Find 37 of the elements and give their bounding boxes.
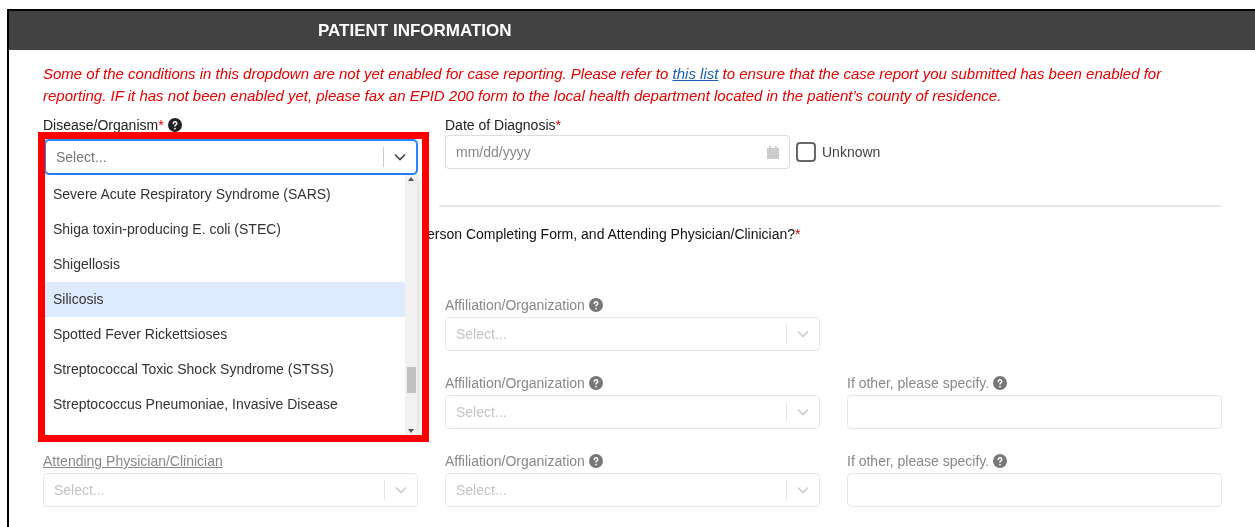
field-label: If other, please specify.	[847, 451, 1222, 471]
help-icon	[588, 298, 603, 312]
notice-link[interactable]: this list	[672, 65, 719, 82]
field-label: Affiliation/Organization	[445, 451, 820, 471]
field-label: Disease/Organism*	[43, 115, 418, 135]
select-placeholder: Select...	[455, 324, 508, 344]
unknown-checkbox[interactable]	[796, 142, 816, 162]
scrollbar[interactable]	[405, 175, 417, 435]
checkbox-label: Unknown	[822, 142, 881, 162]
date-placeholder: mm/dd/yyyy	[456, 142, 532, 162]
caret-icon	[797, 408, 809, 416]
help-icon	[167, 118, 182, 132]
date-field[interactable]: mm/dd/yyyy	[445, 135, 790, 169]
calendar-icon	[767, 145, 779, 159]
section-title: PATIENT INFORMATION	[318, 19, 512, 42]
field-label: Affiliation/Organization	[445, 373, 820, 393]
field-label: Affiliation/Organization	[445, 295, 820, 315]
field-label: If other, please specify.	[847, 373, 1222, 393]
select-placeholder: Select...	[455, 480, 508, 500]
help-icon	[993, 454, 1008, 468]
select-placeholder: Select...	[53, 480, 106, 500]
caret-icon	[797, 330, 809, 338]
scrollbar-thumb[interactable]	[406, 367, 416, 393]
help-icon	[588, 376, 603, 390]
select-field[interactable]: Select...	[45, 140, 417, 174]
field-label: Date of Diagnosis*	[445, 116, 562, 135]
scroll-up-icon[interactable]	[408, 177, 414, 181]
help-icon	[588, 454, 603, 468]
scroll-down-icon[interactable]	[408, 429, 414, 433]
caret-icon	[797, 486, 809, 494]
select-placeholder: Select...	[455, 402, 508, 422]
caret-icon	[394, 153, 406, 161]
select-placeholder: Select...	[55, 147, 108, 167]
help-icon	[993, 376, 1008, 390]
dropdown-option[interactable]: Silicosis	[45, 282, 405, 317]
notice-text: Some of the conditions in this dropdown are not yet enabled for case reporting. Please refer to this list to ensure that the case report you submitted has been enabled for reporting. IF it has not been enabled yet, please fax an EPID 200 form to the local health department located in the patient’s county of residence.	[43, 64, 1163, 106]
caret-icon	[395, 486, 407, 494]
